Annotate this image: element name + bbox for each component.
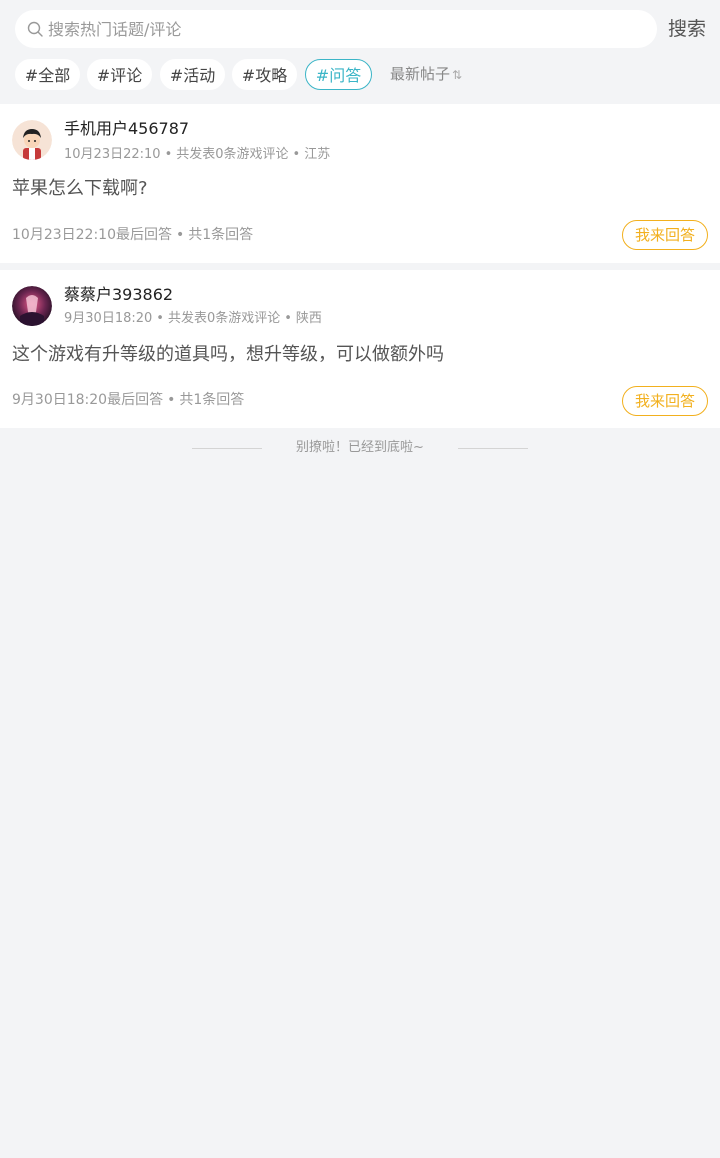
tag-all[interactable]: #全部 (15, 59, 80, 90)
username[interactable]: 手机用户456787 (64, 118, 189, 140)
tag-qa[interactable]: #问答 (305, 59, 372, 90)
post-meta: 10月23日22:10 • 共发表0条游戏评论 • 江苏 (64, 147, 331, 162)
end-of-list-text: 别撩啦！已经到底啦~ (296, 440, 424, 455)
search-bar: 搜索 (0, 0, 720, 58)
post-content[interactable]: 苹果怎么下载啊? (12, 176, 148, 202)
post-footer: 9月30日18:20最后回答 • 共1条回答 (12, 392, 245, 408)
post-footer: 10月23日22:10最后回答 • 共1条回答 (12, 227, 254, 243)
user-stats: 共发表0条游戏评论 (176, 147, 289, 162)
search-box[interactable] (15, 10, 657, 48)
tag-filter-row: #全部 #评论 #活动 #攻略 #问答 最新帖子 ⇅ (0, 58, 720, 104)
game-character-avatar-icon (12, 286, 52, 326)
answer-button[interactable]: 我来回答 (622, 386, 708, 416)
reply-count: 共1条回答 (188, 227, 254, 243)
post-meta: 9月30日18:20 • 共发表0条游戏评论 • 陕西 (64, 311, 322, 326)
user-stats: 共发表0条游戏评论 (167, 311, 281, 326)
answer-button[interactable]: 我来回答 (622, 220, 708, 250)
end-of-list: 别撩啦！已经到底啦~ (0, 428, 720, 468)
post-card[interactable]: 蔡蔡户393862 9月30日18:20 • 共发表0条游戏评论 • 陕西 这个游戏有升… (0, 270, 720, 428)
search-button[interactable]: 搜索 (668, 16, 706, 42)
username[interactable]: 蔡蔡户393862 (64, 284, 173, 306)
post-card[interactable]: 手机用户456787 10月23日22:10 • 共发表0条游戏评论 • 江苏 苹果怎么… (0, 104, 720, 263)
cartoon-avatar-icon (12, 120, 52, 160)
user-location: 江苏 (304, 147, 331, 162)
reply-count: 共1条回答 (179, 392, 245, 408)
tag-events[interactable]: #活动 (160, 59, 225, 90)
avatar[interactable] (12, 120, 52, 160)
post-content[interactable]: 这个游戏有升等级的道具吗，想升等级，可以做额外吗 (12, 342, 444, 368)
avatar[interactable] (12, 286, 52, 326)
sort-label: 最新帖子 (390, 65, 451, 83)
post-time: 10月23日22:10 (64, 147, 161, 162)
user-location: 陕西 (295, 311, 322, 326)
search-input[interactable] (48, 10, 638, 48)
search-icon (27, 21, 43, 37)
last-reply-time: 9月30日18:20最后回答 (12, 392, 164, 408)
divider (458, 448, 528, 449)
last-reply-time: 10月23日22:10最后回答 (12, 227, 172, 243)
sort-toggle[interactable]: 最新帖子 ⇅ (390, 59, 462, 90)
sort-arrows-icon: ⇅ (452, 68, 463, 82)
tag-comments[interactable]: #评论 (87, 59, 152, 90)
tag-guides[interactable]: #攻略 (232, 59, 297, 90)
post-time: 9月30日18:20 (64, 311, 153, 326)
